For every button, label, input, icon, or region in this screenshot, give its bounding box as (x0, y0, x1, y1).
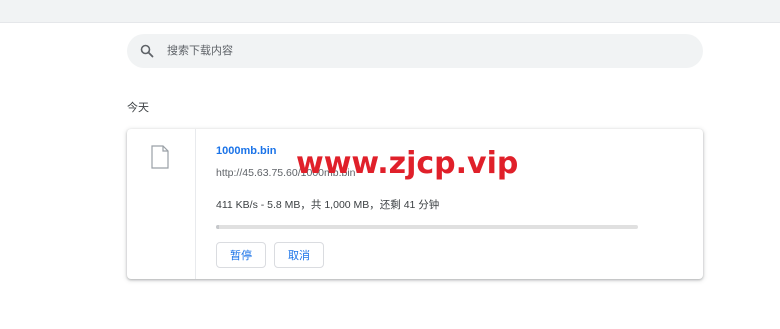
file-icon (151, 145, 169, 169)
cancel-button[interactable]: 取消 (274, 242, 324, 268)
file-icon-column (127, 129, 196, 279)
download-filename-link[interactable]: 1000mb.bin (216, 145, 277, 157)
search-input[interactable] (165, 38, 669, 64)
download-progress-fill (216, 225, 219, 229)
date-section-label: 今天 (127, 102, 149, 114)
search-icon (139, 43, 155, 59)
download-status-text: 411 KB/s - 5.8 MB，共 1,000 MB，还剩 41 分钟 (216, 199, 440, 211)
watermark-text: www.zjcp.vip (296, 146, 519, 181)
pause-button[interactable]: 暂停 (216, 242, 266, 268)
download-progress-bar (216, 225, 638, 229)
browser-top-bar (0, 0, 780, 23)
search-bar[interactable] (127, 34, 703, 68)
